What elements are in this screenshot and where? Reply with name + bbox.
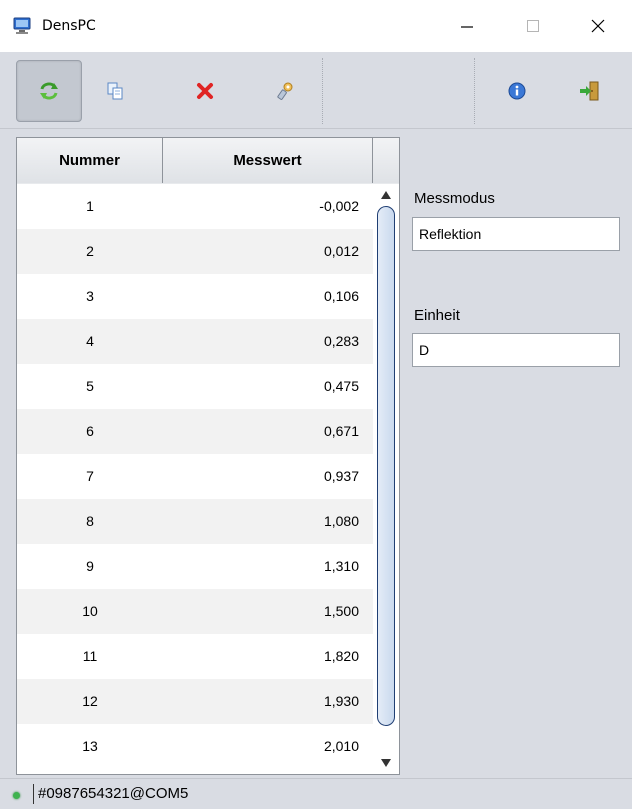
connection-led-icon xyxy=(13,792,20,799)
cell-number: 12 xyxy=(82,693,98,709)
window-title: DensPC xyxy=(42,18,96,34)
cell-number: 8 xyxy=(86,513,94,529)
toolbar-separator xyxy=(322,58,323,124)
table-row[interactable]: 10 1,500 xyxy=(17,589,373,634)
monitor-app-icon xyxy=(12,16,32,36)
exit-button[interactable] xyxy=(556,60,622,122)
scroll-down-button[interactable] xyxy=(373,752,399,774)
maximize-icon xyxy=(527,20,539,32)
cell-value: 0,937 xyxy=(323,468,359,484)
close-icon xyxy=(591,19,605,33)
table-row[interactable]: 9 1,310 xyxy=(17,544,373,589)
info-icon xyxy=(508,82,526,100)
table-row[interactable]: 1 -0,002 xyxy=(17,184,373,229)
unit-field[interactable]: D xyxy=(412,333,620,367)
cell-number: 10 xyxy=(82,603,98,619)
scroll-up-button[interactable] xyxy=(373,184,399,206)
vertical-scrollbar[interactable] xyxy=(373,184,399,774)
toolbar-separator xyxy=(474,58,475,124)
table-row[interactable]: 5 0,475 xyxy=(17,364,373,409)
cell-value: 0,106 xyxy=(323,288,359,304)
delete-x-icon xyxy=(197,83,213,99)
measurement-table: Nummer Messwert 1 -0,002 2 0,012 3 0,106 4 0,28… xyxy=(16,137,400,775)
status-separator xyxy=(33,784,34,804)
app-window: DensPC Nummer Messwert 1 -0,002 2 0,012 … xyxy=(0,0,632,809)
cell-value: 1,310 xyxy=(323,558,359,574)
cell-value: 1,820 xyxy=(323,648,359,664)
table-row[interactable]: 11 1,820 xyxy=(17,634,373,679)
table-row[interactable]: 8 1,080 xyxy=(17,499,373,544)
cell-value: 1,930 xyxy=(323,693,359,709)
refresh-button[interactable] xyxy=(16,60,82,122)
table-row[interactable]: 13 2,010 xyxy=(17,724,373,769)
cell-value: 0,475 xyxy=(323,378,359,394)
cell-value: 0,012 xyxy=(323,243,359,259)
refresh-arrows-icon xyxy=(40,82,58,100)
copy-icon xyxy=(107,82,123,100)
cell-value: 0,671 xyxy=(323,423,359,439)
column-header-value[interactable]: Messwert xyxy=(163,138,373,183)
cell-number: 5 xyxy=(86,378,94,394)
maximize-button[interactable] xyxy=(507,0,559,52)
table-row[interactable]: 2 0,012 xyxy=(17,229,373,274)
cell-value: 1,080 xyxy=(323,513,359,529)
cell-number: 7 xyxy=(86,468,94,484)
cell-number: 2 xyxy=(86,243,94,259)
unit-label: Einheit xyxy=(414,307,460,324)
status-bar: #0987654321@COM5 xyxy=(0,778,632,809)
exit-door-icon xyxy=(580,81,599,101)
table-header: Nummer Messwert xyxy=(17,138,399,185)
mode-label: Messmodus xyxy=(414,190,495,207)
table-row[interactable]: 4 0,283 xyxy=(17,319,373,364)
copy-button[interactable] xyxy=(82,60,148,122)
settings-wrench-icon xyxy=(277,82,293,100)
table-body: 1 -0,002 2 0,012 3 0,106 4 0,283 5 0,475 6 0,671 7 0,… xyxy=(17,184,373,769)
mode-field[interactable]: Reflektion xyxy=(412,217,620,251)
cell-number: 13 xyxy=(82,738,98,754)
table-row[interactable]: 7 0,937 xyxy=(17,454,373,499)
cell-number: 9 xyxy=(86,558,94,574)
connection-status: #0987654321@COM5 xyxy=(38,785,189,802)
arrow-down-icon xyxy=(381,759,391,767)
cell-number: 1 xyxy=(86,198,94,214)
settings-button[interactable] xyxy=(252,60,318,122)
delete-button[interactable] xyxy=(172,60,238,122)
close-button[interactable] xyxy=(572,0,624,52)
table-row[interactable]: 12 1,930 xyxy=(17,679,373,724)
cell-number: 6 xyxy=(86,423,94,439)
minimize-button[interactable] xyxy=(441,0,493,52)
cell-value: 0,283 xyxy=(323,333,359,349)
cell-number: 3 xyxy=(86,288,94,304)
cell-number: 4 xyxy=(86,333,94,349)
cell-value: 1,500 xyxy=(323,603,359,619)
title-bar: DensPC xyxy=(0,0,632,52)
table-row[interactable]: 3 0,106 xyxy=(17,274,373,319)
cell-number: 11 xyxy=(82,648,98,664)
cell-value: -0,002 xyxy=(319,198,359,214)
table-row[interactable]: 6 0,671 xyxy=(17,409,373,454)
info-button[interactable] xyxy=(484,60,550,122)
scrollbar-thumb[interactable] xyxy=(377,206,395,726)
header-corner xyxy=(373,138,399,183)
arrow-up-icon xyxy=(381,191,391,199)
toolbar xyxy=(0,52,632,129)
column-header-number[interactable]: Nummer xyxy=(17,138,163,183)
cell-value: 2,010 xyxy=(323,738,359,754)
minimize-icon xyxy=(461,26,473,28)
